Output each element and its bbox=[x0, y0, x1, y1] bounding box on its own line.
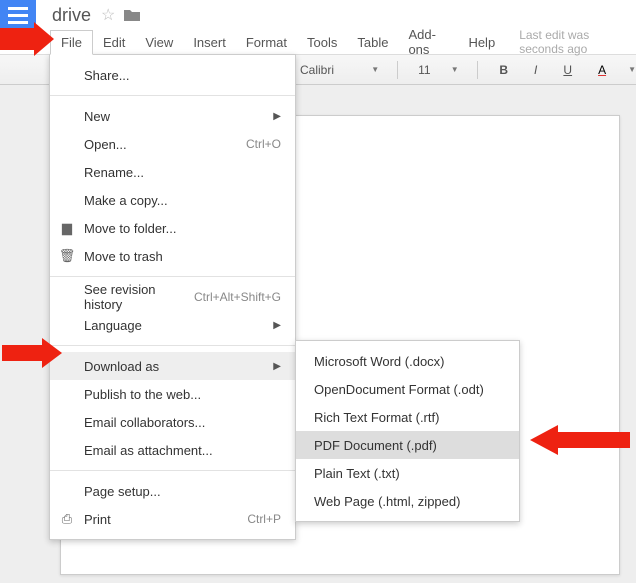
chevron-down-icon: ▼ bbox=[451, 65, 459, 74]
chevron-right-icon: ▶ bbox=[273, 320, 281, 331]
folder-icon: ▆ bbox=[58, 220, 76, 236]
menu-tools[interactable]: Tools bbox=[297, 31, 347, 54]
annotation-arrow-icon bbox=[0, 22, 54, 56]
text-color-button[interactable]: A bbox=[594, 63, 610, 77]
underline-button[interactable]: U bbox=[559, 63, 576, 77]
submenu-html[interactable]: Web Page (.html, zipped) bbox=[296, 487, 519, 515]
menu-help[interactable]: Help bbox=[458, 31, 505, 54]
chevron-right-icon: ▶ bbox=[273, 111, 281, 122]
annotation-arrow-icon bbox=[2, 338, 62, 368]
submenu-docx[interactable]: Microsoft Word (.docx) bbox=[296, 347, 519, 375]
shortcut-label: Ctrl+Alt+Shift+G bbox=[194, 290, 281, 304]
star-icon[interactable]: ☆ bbox=[101, 5, 115, 25]
menu-make-copy[interactable]: Make a copy... bbox=[50, 186, 295, 214]
chevron-right-icon: ▶ bbox=[273, 361, 281, 372]
submenu-rtf[interactable]: Rich Text Format (.rtf) bbox=[296, 403, 519, 431]
shortcut-label: Ctrl+O bbox=[246, 137, 281, 151]
download-as-submenu: Microsoft Word (.docx) OpenDocument Form… bbox=[295, 340, 520, 522]
annotation-arrow-icon bbox=[530, 425, 630, 455]
menu-print[interactable]: ⎙PrintCtrl+P bbox=[50, 505, 295, 533]
menu-download-as[interactable]: Download as▶ bbox=[50, 352, 295, 380]
menu-file[interactable]: File bbox=[50, 30, 93, 55]
menu-move-to-folder[interactable]: ▆Move to folder... bbox=[50, 214, 295, 242]
menu-rename[interactable]: Rename... bbox=[50, 158, 295, 186]
menu-edit[interactable]: Edit bbox=[93, 31, 135, 54]
print-icon: ⎙ bbox=[58, 511, 76, 527]
italic-button[interactable]: I bbox=[530, 63, 541, 77]
menu-table[interactable]: Table bbox=[347, 31, 398, 54]
menu-insert[interactable]: Insert bbox=[183, 31, 236, 54]
submenu-pdf[interactable]: PDF Document (.pdf) bbox=[296, 431, 519, 459]
menu-publish-web[interactable]: Publish to the web... bbox=[50, 380, 295, 408]
menu-new[interactable]: New▶ bbox=[50, 102, 295, 130]
toolbar-divider bbox=[477, 61, 478, 79]
menu-view[interactable]: View bbox=[135, 31, 183, 54]
toolbar-divider bbox=[397, 61, 398, 79]
file-menu-dropdown: Share... New▶ Open...Ctrl+O Rename... Ma… bbox=[49, 54, 296, 540]
menu-format[interactable]: Format bbox=[236, 31, 297, 54]
menu-revision-history[interactable]: See revision historyCtrl+Alt+Shift+G bbox=[50, 283, 295, 311]
title-bar: drive ☆ bbox=[0, 0, 636, 30]
shortcut-label: Ctrl+P bbox=[247, 512, 281, 526]
bold-button[interactable]: B bbox=[495, 63, 512, 77]
submenu-txt[interactable]: Plain Text (.txt) bbox=[296, 459, 519, 487]
submenu-odt[interactable]: OpenDocument Format (.odt) bbox=[296, 375, 519, 403]
menu-bar: File Edit View Insert Format Tools Table… bbox=[0, 30, 636, 55]
menu-language[interactable]: Language▶ bbox=[50, 311, 295, 339]
menu-open[interactable]: Open...Ctrl+O bbox=[50, 130, 295, 158]
chevron-down-icon: ▼ bbox=[628, 65, 636, 74]
menu-email-attachment[interactable]: Email as attachment... bbox=[50, 436, 295, 464]
font-size-selector[interactable]: 11 bbox=[416, 63, 433, 77]
font-name-selector[interactable]: Calibri bbox=[300, 63, 353, 77]
document-title[interactable]: drive bbox=[52, 5, 91, 26]
chevron-down-icon: ▼ bbox=[371, 65, 379, 74]
folder-icon[interactable] bbox=[123, 8, 141, 22]
trash-icon: 🗑 bbox=[58, 248, 76, 264]
menu-addons[interactable]: Add-ons bbox=[398, 23, 458, 61]
menu-move-to-trash[interactable]: 🗑Move to trash bbox=[50, 242, 295, 270]
menu-share[interactable]: Share... bbox=[50, 61, 295, 89]
menu-page-setup[interactable]: Page setup... bbox=[50, 477, 295, 505]
menu-email-collaborators[interactable]: Email collaborators... bbox=[50, 408, 295, 436]
last-edit-label: Last edit was seconds ago bbox=[519, 28, 636, 56]
